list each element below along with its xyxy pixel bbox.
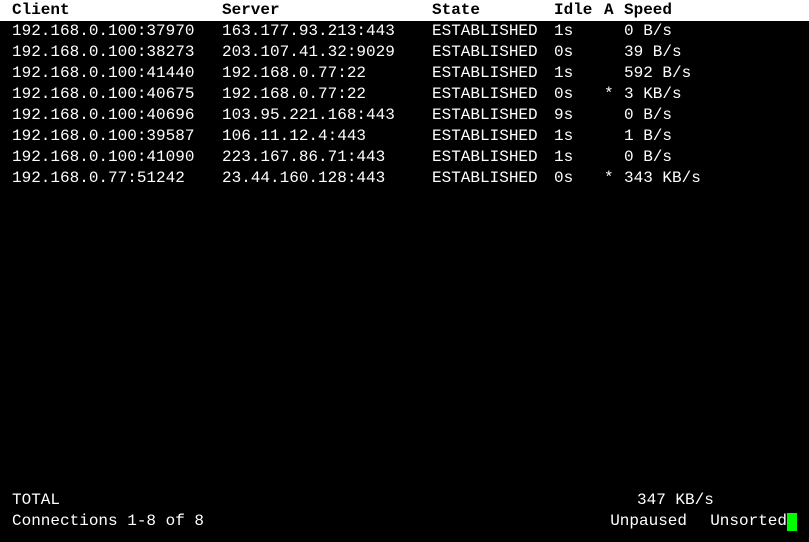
status-line-total: TOTAL 347 KB/s bbox=[0, 490, 809, 511]
cell-client: 192.168.0.77:51242 bbox=[12, 168, 222, 189]
cell-server: 192.168.0.77:22 bbox=[222, 84, 432, 105]
cursor-icon bbox=[787, 513, 797, 531]
cell-state: ESTABLISHED bbox=[432, 126, 554, 147]
terminal-screen: Client Server State Idle A Speed 192.168… bbox=[0, 0, 809, 542]
cell-a bbox=[604, 63, 624, 84]
cell-state: ESTABLISHED bbox=[432, 63, 554, 84]
cell-speed: 3 KB/s bbox=[624, 84, 797, 105]
cell-idle: 0s bbox=[554, 42, 604, 63]
table-row[interactable]: 192.168.0.100:39587106.11.12.4:443ESTABL… bbox=[0, 126, 809, 147]
cell-idle: 0s bbox=[554, 84, 604, 105]
col-header-a[interactable]: A bbox=[604, 0, 624, 21]
table-row[interactable]: 192.168.0.100:38273203.107.41.32:9029EST… bbox=[0, 42, 809, 63]
cell-a bbox=[604, 42, 624, 63]
cell-speed: 0 B/s bbox=[624, 147, 797, 168]
cell-idle: 0s bbox=[554, 168, 604, 189]
cell-state: ESTABLISHED bbox=[432, 168, 554, 189]
connections-count: Connections 1-8 of 8 bbox=[12, 511, 610, 532]
col-header-client[interactable]: Client bbox=[12, 0, 222, 21]
status-line-info: Connections 1-8 of 8 Unpaused Unsorted bbox=[0, 511, 809, 532]
total-speed: 347 KB/s bbox=[637, 490, 797, 511]
cell-server: 192.168.0.77:22 bbox=[222, 63, 432, 84]
cell-speed: 343 KB/s bbox=[624, 168, 797, 189]
cell-server: 223.167.86.71:443 bbox=[222, 147, 432, 168]
cell-a bbox=[604, 126, 624, 147]
cell-state: ESTABLISHED bbox=[432, 21, 554, 42]
sort-state: Unsorted bbox=[710, 511, 787, 532]
table-row[interactable]: 192.168.0.100:41440192.168.0.77:22ESTABL… bbox=[0, 63, 809, 84]
table-row[interactable]: 192.168.0.100:41090223.167.86.71:443ESTA… bbox=[0, 147, 809, 168]
cell-a bbox=[604, 147, 624, 168]
col-header-server[interactable]: Server bbox=[222, 0, 432, 21]
cell-server: 106.11.12.4:443 bbox=[222, 126, 432, 147]
table-row[interactable]: 192.168.0.100:40675192.168.0.77:22ESTABL… bbox=[0, 84, 809, 105]
table-header: Client Server State Idle A Speed bbox=[0, 0, 809, 21]
col-header-speed[interactable]: Speed bbox=[624, 0, 797, 21]
cell-server: 163.177.93.213:443 bbox=[222, 21, 432, 42]
cell-server: 203.107.41.32:9029 bbox=[222, 42, 432, 63]
cell-server: 103.95.221.168:443 bbox=[222, 105, 432, 126]
cell-client: 192.168.0.100:41440 bbox=[12, 63, 222, 84]
cell-speed: 39 B/s bbox=[624, 42, 797, 63]
cell-idle: 9s bbox=[554, 105, 604, 126]
cell-client: 192.168.0.100:40696 bbox=[12, 105, 222, 126]
table-row[interactable]: 192.168.0.77:5124223.44.160.128:443ESTAB… bbox=[0, 168, 809, 189]
cell-client: 192.168.0.100:39587 bbox=[12, 126, 222, 147]
col-header-idle[interactable]: Idle bbox=[554, 0, 604, 21]
status-bar: TOTAL 347 KB/s Connections 1-8 of 8 Unpa… bbox=[0, 490, 809, 532]
cell-speed: 592 B/s bbox=[624, 63, 797, 84]
cell-a bbox=[604, 105, 624, 126]
cell-speed: 0 B/s bbox=[624, 21, 797, 42]
cell-speed: 1 B/s bbox=[624, 126, 797, 147]
cell-client: 192.168.0.100:41090 bbox=[12, 147, 222, 168]
cell-client: 192.168.0.100:38273 bbox=[12, 42, 222, 63]
table-row[interactable]: 192.168.0.100:40696103.95.221.168:443EST… bbox=[0, 105, 809, 126]
col-header-state[interactable]: State bbox=[432, 0, 554, 21]
cell-a bbox=[604, 21, 624, 42]
connection-list: 192.168.0.100:37970163.177.93.213:443EST… bbox=[0, 21, 809, 189]
cell-speed: 0 B/s bbox=[624, 105, 797, 126]
cell-client: 192.168.0.100:40675 bbox=[12, 84, 222, 105]
cell-idle: 1s bbox=[554, 147, 604, 168]
cell-state: ESTABLISHED bbox=[432, 42, 554, 63]
cell-a: * bbox=[604, 168, 624, 189]
cell-client: 192.168.0.100:37970 bbox=[12, 21, 222, 42]
cell-state: ESTABLISHED bbox=[432, 84, 554, 105]
cell-a: * bbox=[604, 84, 624, 105]
pause-state: Unpaused bbox=[610, 511, 710, 532]
cell-state: ESTABLISHED bbox=[432, 105, 554, 126]
cell-idle: 1s bbox=[554, 126, 604, 147]
cell-state: ESTABLISHED bbox=[432, 147, 554, 168]
cell-idle: 1s bbox=[554, 21, 604, 42]
total-label: TOTAL bbox=[12, 490, 637, 511]
cell-idle: 1s bbox=[554, 63, 604, 84]
table-row[interactable]: 192.168.0.100:37970163.177.93.213:443EST… bbox=[0, 21, 809, 42]
cell-server: 23.44.160.128:443 bbox=[222, 168, 432, 189]
